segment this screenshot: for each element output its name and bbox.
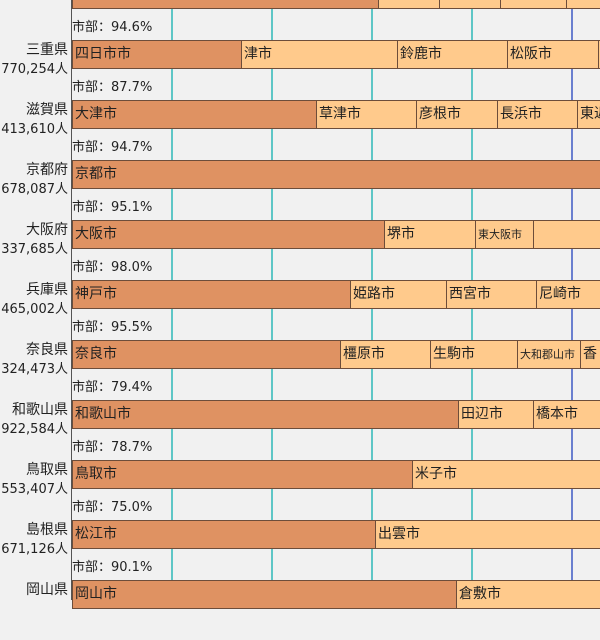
row-label: 兵庫県 465,002人: [0, 280, 68, 320]
bar-stack: 和歌山市 田辺市 橋本市: [72, 400, 600, 430]
prefecture-label: 京都府: [26, 162, 68, 178]
city-bar-segment: 大阪市: [72, 220, 385, 249]
city-bar-segment: 鈴鹿市: [397, 40, 508, 69]
row-label: 京都府 678,087人: [0, 160, 68, 200]
city-bar-segment: 奈良市: [72, 340, 341, 369]
city-bar-segment: 岡山市: [72, 580, 457, 609]
row-label: 三重県 770,254人: [0, 40, 68, 80]
row-label: 島根県 671,126人: [0, 520, 68, 560]
city-bar-segment: 香: [580, 340, 600, 369]
city-bar-segment: 彦根市: [416, 100, 498, 129]
bar-stack: 大津市草津市彦根市長浜市東近: [72, 100, 600, 130]
city-bar-segment: 橋本市: [533, 400, 600, 429]
city-bar-segment: 田辺市: [458, 400, 534, 429]
row-label: 滋賀県 413,610人: [0, 100, 68, 140]
chart-row: 和歌山県 922,584人 和歌山市 田辺市 橋本市市部：78.7%: [0, 400, 600, 460]
city-bar-segment: 尼崎市: [536, 280, 600, 309]
city-bar-segment: 大津市: [72, 100, 317, 129]
prefecture-label: 大阪府: [26, 222, 68, 238]
prefecture-label: 和歌山県: [12, 402, 68, 418]
chart-row: 島根県 671,126人 松江市 出雲市市部：90.1%: [0, 520, 600, 580]
bar-stack: 大阪市 堺市 東大阪市: [72, 220, 600, 250]
chart-row: 鳥取県 553,407人 鳥取市 米子市市部：75.0%: [0, 460, 600, 520]
city-bar-segment: 出雲市: [375, 520, 600, 549]
city-bar-segment: 草津市: [316, 100, 417, 129]
row-label: 奈良県 324,473人: [0, 340, 68, 380]
chart-row: 542,415人市部：94.6%: [0, 0, 600, 40]
city-bar-segment: 堺市: [384, 220, 476, 249]
city-share-label: 市部：95.1%: [72, 200, 153, 215]
population-label: 465,002人: [1, 302, 68, 317]
city-bar-segment: 東大阪市: [475, 220, 534, 249]
city-bar-segment: [439, 0, 501, 9]
chart-row: 大阪府 337,685人 大阪市 堺市 東大阪市市部：98.0%: [0, 220, 600, 280]
population-label: 671,126人: [1, 542, 68, 557]
population-label: 553,407人: [1, 482, 68, 497]
city-bar-segment: 松阪市: [507, 40, 599, 69]
prefecture-label: 奈良県: [26, 342, 68, 358]
city-bar-segment: 津市: [241, 40, 398, 69]
prefecture-label: 鳥取県: [26, 462, 68, 478]
chart-row: 奈良県 324,473人 奈良市 橿原市 生駒市 大和郡山市香市部：79.4%: [0, 340, 600, 400]
chart-row: 京都府 678,087人 京都市市部：95.1%: [0, 160, 600, 220]
bar-stack: 鳥取市 米子市: [72, 460, 600, 490]
city-share-label: 市部：94.6%: [72, 20, 153, 35]
population-label: 413,610人: [1, 122, 68, 137]
population-label: 678,087人: [1, 182, 68, 197]
prefecture-label: 滋賀県: [26, 102, 68, 118]
row-label: 大阪府 337,685人: [0, 220, 68, 260]
chart-row: 兵庫県 465,002人 神戸市 姫路市 西宮市 尼崎市市部：95.5%: [0, 280, 600, 340]
prefecture-label: 島根県: [26, 522, 68, 538]
bar-stack: 神戸市 姫路市 西宮市 尼崎市: [72, 280, 600, 310]
chart-row: 三重県 770,254人 四日市市 津市 鈴鹿市 松阪市市部：87.7%: [0, 40, 600, 100]
population-label: 922,584人: [1, 422, 68, 437]
prefecture-label: 岡山県: [26, 582, 68, 598]
city-bar-segment: [500, 0, 567, 9]
city-bar-segment: 東近: [577, 100, 600, 129]
city-bar-segment: 神戸市: [72, 280, 351, 309]
row-label: 和歌山県 922,584人: [0, 400, 68, 440]
city-share-label: 市部：79.4%: [72, 380, 153, 395]
city-bar-segment: 鳥取市: [72, 460, 413, 489]
city-bar-segment: 橿原市: [340, 340, 431, 369]
city-share-label: 市部：90.1%: [72, 560, 153, 575]
bar-stack: 岡山市 倉敷市: [72, 580, 600, 610]
city-bar-segment: 長浜市: [497, 100, 578, 129]
city-bar-segment: 倉敷市: [456, 580, 600, 609]
city-bar-segment: 姫路市: [350, 280, 447, 309]
city-share-label: 市部：98.0%: [72, 260, 153, 275]
bar-stack: 四日市市 津市 鈴鹿市 松阪市: [72, 40, 600, 70]
bar-stack: 奈良市 橿原市 生駒市 大和郡山市香: [72, 340, 600, 370]
city-bar-segment: 和歌山市: [72, 400, 459, 429]
bar-stack: 京都市: [72, 160, 600, 190]
city-bar-segment: 京都市: [72, 160, 600, 189]
prefecture-label: 三重県: [26, 42, 68, 58]
row-label: 鳥取県 553,407人: [0, 460, 68, 500]
row-label: 岡山県: [0, 580, 68, 600]
population-label: 770,254人: [1, 62, 68, 77]
prefecture-label: 兵庫県: [26, 282, 68, 298]
population-label: 324,473人: [1, 362, 68, 377]
chart-row: 滋賀県 413,610人大津市草津市彦根市長浜市東近市部：94.7%: [0, 100, 600, 160]
bar-stack: [72, 0, 600, 10]
population-label: 337,685人: [1, 242, 68, 257]
city-bar-segment: 生駒市: [430, 340, 518, 369]
city-share-label: 市部：75.0%: [72, 500, 153, 515]
city-share-label: 市部：94.7%: [72, 140, 153, 155]
city-bar-segment: 米子市: [412, 460, 600, 489]
city-bar-segment: 西宮市: [446, 280, 537, 309]
city-share-label: 市部：78.7%: [72, 440, 153, 455]
city-bar-segment: [533, 220, 600, 249]
city-bar-segment: [72, 0, 379, 9]
city-bar-segment: 松江市: [72, 520, 376, 549]
city-bar-segment: [566, 0, 600, 9]
bar-stack: 松江市 出雲市: [72, 520, 600, 550]
city-bar-segment: [378, 0, 440, 9]
population-city-share-chart: 542,415人市部：94.6%三重県770,254人四日市市津市鈴鹿市松阪市市…: [0, 0, 600, 609]
city-bar-segment: 四日市市: [72, 40, 242, 69]
chart-row: 岡山県 岡山市 倉敷市: [0, 580, 600, 640]
city-share-label: 市部：87.7%: [72, 80, 153, 95]
city-bar-segment: 大和郡山市: [517, 340, 581, 369]
city-share-label: 市部：95.5%: [72, 320, 153, 335]
